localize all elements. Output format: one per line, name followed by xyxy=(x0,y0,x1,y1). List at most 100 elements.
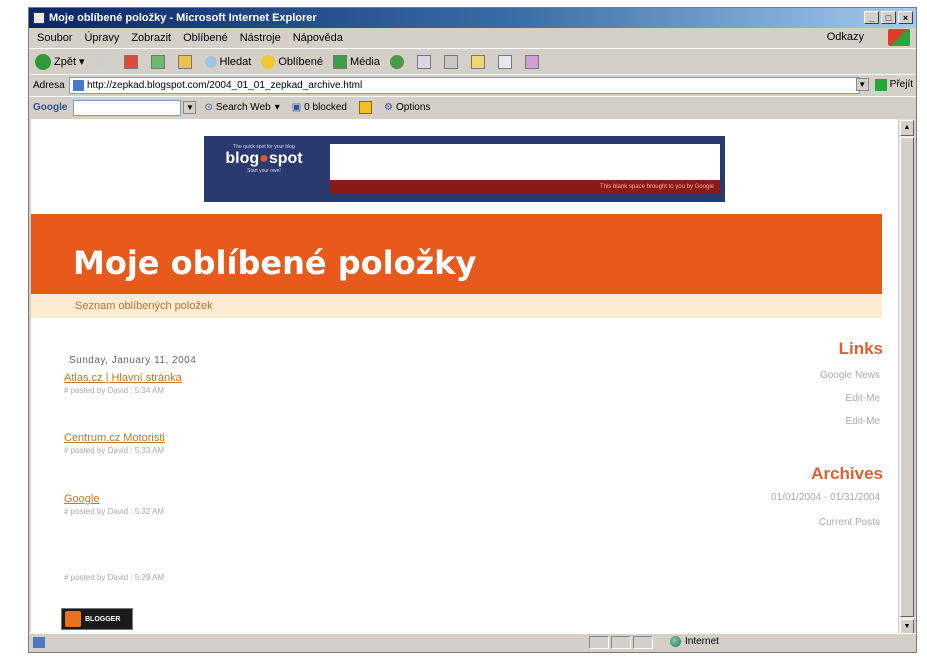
menu-soubor[interactable]: Soubor xyxy=(37,32,72,44)
menu-nastroje[interactable]: Nástroje xyxy=(240,32,281,44)
menu-zobrazit[interactable]: Zobrazit xyxy=(131,32,171,44)
post-meta: # posted by David : 5:29 AM xyxy=(64,573,165,582)
page-icon xyxy=(73,80,84,91)
favorites-label: Oblíbené xyxy=(278,55,323,68)
blocked-label: 0 blocked xyxy=(304,102,347,113)
sidebar-archives-title: Archives xyxy=(811,464,883,483)
status-panel xyxy=(611,636,631,649)
minimize-button[interactable]: _ xyxy=(864,11,879,24)
status-panel xyxy=(589,636,609,649)
options-button[interactable]: ⚙ Options xyxy=(384,102,430,113)
post-meta: # posted by David : 5:32 AM xyxy=(64,507,165,516)
discuss-icon xyxy=(497,54,512,69)
google-toolbar: Google ▼ ⊙ Search Web ▾ ▣ 0 blocked ⚙ Op… xyxy=(29,96,916,118)
stop-icon xyxy=(123,54,138,69)
forward-arrow-icon xyxy=(94,53,111,70)
address-dropdown-icon[interactable]: ▼ xyxy=(855,78,869,91)
discuss-button[interactable] xyxy=(497,54,515,69)
home-button[interactable] xyxy=(177,54,195,69)
menu-napoveda[interactable]: Nápověda xyxy=(293,32,343,44)
back-button[interactable]: Zpět ▾ xyxy=(35,53,85,70)
search-web-button[interactable]: ⊙ Search Web ▾ xyxy=(204,102,279,113)
post-meta: # posted by David : 5:34 AM xyxy=(64,386,165,395)
refresh-button[interactable] xyxy=(150,54,168,69)
browser-window: Moje oblíbené položky - Microsoft Intern… xyxy=(28,7,917,653)
edit-icon xyxy=(470,54,485,69)
status-panel xyxy=(633,636,653,649)
date-header: Sunday, January 11, 2004 xyxy=(69,355,197,366)
maximize-button[interactable]: □ xyxy=(881,11,896,24)
search-button[interactable]: Hledat xyxy=(204,55,252,68)
globe-icon xyxy=(670,636,681,647)
favorites-button[interactable]: Oblíbené xyxy=(261,54,323,69)
scroll-thumb[interactable] xyxy=(900,137,914,617)
blogspot-logo[interactable]: The quick spot for your blog blog●spot S… xyxy=(209,144,319,196)
address-input[interactable]: http://zepkad.blogspot.com/2004_01_01_ze… xyxy=(69,77,860,94)
menu-oblibene[interactable]: Oblíbené xyxy=(183,32,228,44)
post-title-link[interactable]: Centrum.cz Motoristi xyxy=(64,432,165,444)
sidebar-link[interactable]: Edit-Me xyxy=(846,416,880,427)
go-button[interactable]: ▼ Přejít xyxy=(855,78,913,91)
search-label: Hledat xyxy=(219,55,252,68)
sidebar-link[interactable]: Edit-Me xyxy=(846,393,880,404)
menu-upravy[interactable]: Úpravy xyxy=(84,32,119,44)
standard-toolbar: Zpět ▾ Hledat Oblíbené Média xyxy=(29,48,916,74)
media-button[interactable]: Média xyxy=(333,54,380,69)
google-search-input[interactable] xyxy=(73,99,182,116)
windows-logo-icon xyxy=(888,29,910,46)
post-item: Google # posted by David : 5:32 AM xyxy=(64,493,164,516)
blogspot-banner[interactable]: The quick spot for your blog blog●spot S… xyxy=(204,136,725,202)
vertical-scrollbar[interactable]: ▲ ▼ xyxy=(898,119,914,636)
ie-page-icon xyxy=(33,12,45,24)
address-url: http://zepkad.blogspot.com/2004_01_01_ze… xyxy=(87,80,363,91)
popup-blocker-button[interactable]: ▣ 0 blocked xyxy=(292,102,347,113)
highlight-button[interactable] xyxy=(358,101,372,114)
archive-link[interactable]: Current Posts xyxy=(819,517,880,528)
highlight-icon xyxy=(358,101,372,114)
messenger-icon xyxy=(524,54,539,69)
page-status-icon xyxy=(33,637,45,648)
window-title: Moje oblíbené položky - Microsoft Intern… xyxy=(49,12,317,24)
blogger-icon xyxy=(65,611,81,627)
close-button[interactable]: × xyxy=(898,11,913,24)
mail-button[interactable] xyxy=(416,54,434,69)
banner-strip-text[interactable]: This blank space brought to you by Googl… xyxy=(330,180,720,194)
badge-text: BLOGGER xyxy=(85,615,121,623)
address-label: Adresa xyxy=(33,80,65,91)
zone-label: Internet xyxy=(685,636,719,647)
logo-wordmark: blog●spot xyxy=(225,150,303,167)
banner-ad-space xyxy=(330,144,720,180)
forward-button[interactable] xyxy=(94,53,114,70)
refresh-icon xyxy=(150,54,165,69)
go-arrow-icon xyxy=(874,78,887,91)
history-button[interactable] xyxy=(389,54,407,69)
sidebar-link[interactable]: Google News xyxy=(820,370,880,381)
description-bar: Seznam oblíbených položek xyxy=(31,294,882,318)
post-item: Atlas.cz | Hlavní stránka # posted by Da… xyxy=(64,372,182,395)
status-bar: Internet xyxy=(29,633,916,652)
links-toolbar-label[interactable]: Odkazy xyxy=(827,31,864,43)
archive-link[interactable]: 01/01/2004 - 01/31/2004 xyxy=(771,492,880,503)
print-button[interactable] xyxy=(443,54,461,69)
post-title-link[interactable]: Google xyxy=(64,493,164,505)
post-title-link[interactable]: Atlas.cz | Hlavní stránka xyxy=(64,372,182,384)
stop-button[interactable] xyxy=(123,54,141,69)
messenger-button[interactable] xyxy=(524,54,542,69)
media-icon xyxy=(333,54,347,69)
address-bar: Adresa http://zepkad.blogspot.com/2004_0… xyxy=(29,74,916,96)
google-dropdown-icon[interactable]: ▼ xyxy=(183,101,197,114)
google-logo: Google xyxy=(33,102,68,113)
edit-button[interactable] xyxy=(470,54,488,69)
title-bar[interactable]: Moje oblíbené položky - Microsoft Intern… xyxy=(29,8,916,28)
powered-by-blogger-badge[interactable]: BLOGGER xyxy=(61,608,133,630)
mail-icon xyxy=(416,54,431,69)
options-label: Options xyxy=(395,102,431,113)
search-icon xyxy=(204,55,217,68)
binoculars-icon: ⊙ xyxy=(204,102,213,113)
popup-blocker-icon: ▣ xyxy=(291,102,302,113)
scroll-up-icon[interactable]: ▲ xyxy=(900,120,914,136)
back-arrow-icon xyxy=(35,53,51,70)
media-label: Média xyxy=(350,55,380,68)
blog-title[interactable]: Moje oblíbené položky xyxy=(73,244,476,282)
home-icon xyxy=(177,54,192,69)
